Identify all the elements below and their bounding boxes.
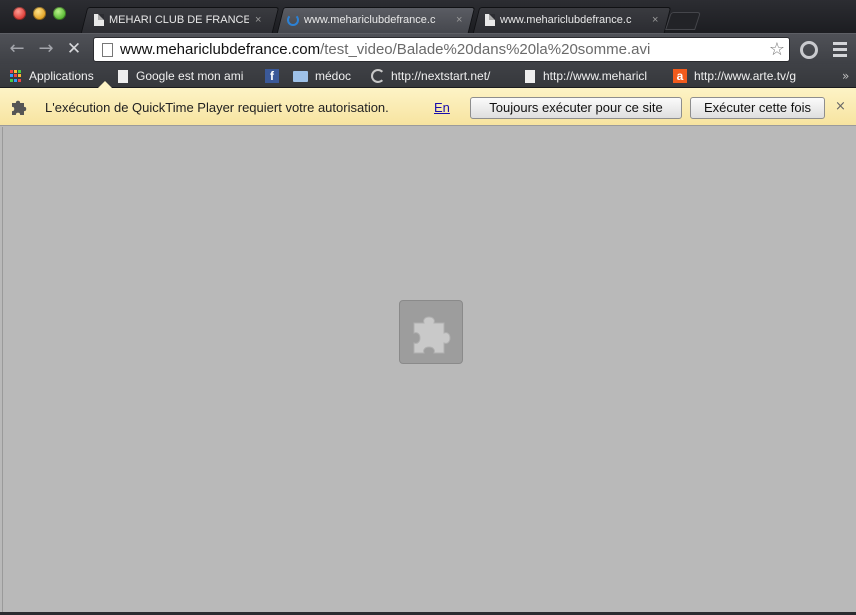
page-icon <box>485 14 495 26</box>
page-icon <box>102 42 113 57</box>
bookmark-label: Applications <box>29 69 94 83</box>
tab-3-close-icon[interactable]: × <box>652 14 658 26</box>
bookmark-applications[interactable]: Applications <box>10 68 94 84</box>
bookmark-label: http://www.meharicl <box>543 69 648 83</box>
blocked-plugin-placeholder[interactable] <box>399 300 463 364</box>
bookmark-label: médoc <box>315 69 352 83</box>
arte-icon: a <box>673 69 687 83</box>
facebook-icon: f <box>265 69 279 83</box>
tab-3-content: www.mehariclubdefrance.c × <box>485 7 665 33</box>
url-path: /test_video/Balade%20dans%20la%20somme.a… <box>320 41 651 58</box>
bookmark-medoc[interactable]: médoc <box>293 68 351 84</box>
infobar-close-icon[interactable]: × <box>835 99 846 114</box>
page-icon <box>118 69 128 83</box>
back-button[interactable]: ← <box>7 39 27 59</box>
tab-3-title: www.mehariclubdefrance.c <box>500 14 632 26</box>
g-logo-icon <box>371 69 385 83</box>
plugin-permission-infobar: L'exécution de QuickTime Player requiert… <box>0 81 856 126</box>
bookmark-label: http://nextstart.net/ <box>391 69 491 83</box>
bookmark-label: Google est mon ami <box>136 69 244 83</box>
new-tab-button[interactable] <box>665 12 701 30</box>
tab-2-close-icon[interactable]: × <box>456 14 462 26</box>
url-host: www.mehariclubdefrance.com <box>120 41 321 58</box>
stop-button[interactable]: ✕ <box>64 39 84 59</box>
close-window-button[interactable] <box>13 7 26 20</box>
loading-spinner-icon <box>287 14 299 26</box>
tab-1-content: MEHARI CLUB DE FRANCE × <box>94 7 270 33</box>
bookmark-nextstart[interactable]: http://nextstart.net/ <box>371 68 506 84</box>
menu-icon[interactable] <box>833 42 847 60</box>
tab-strip: MEHARI CLUB DE FRANCE × www.mehariclubde… <box>0 0 856 33</box>
puzzle-piece-icon <box>413 316 451 354</box>
bookmark-facebook[interactable]: f <box>265 68 286 84</box>
infobar-learn-more-link[interactable]: En <box>434 100 450 115</box>
tab-1-title: MEHARI CLUB DE FRANCE <box>109 14 249 26</box>
always-run-button[interactable]: Toujours exécuter pour ce site <box>470 97 682 119</box>
bookmark-mehari[interactable]: http://www.meharicl <box>525 68 658 84</box>
minimize-window-button[interactable] <box>33 7 46 20</box>
folder-icon <box>293 70 308 82</box>
infobar-arrow <box>97 81 113 89</box>
infobar-message: L'exécution de QuickTime Player requiert… <box>45 100 389 115</box>
bookmark-label: http://www.arte.tv/g <box>694 69 797 83</box>
bookmark-arte[interactable]: a http://www.arte.tv/g <box>673 68 809 84</box>
extension-icon[interactable] <box>800 41 818 59</box>
forward-button[interactable]: → <box>36 39 56 59</box>
browser-window: MEHARI CLUB DE FRANCE × www.mehariclubde… <box>0 0 856 615</box>
bookmark-star-icon[interactable]: ☆ <box>769 39 785 60</box>
page-icon <box>94 14 104 26</box>
toolbar: ← → ✕ www.mehariclubdefrance.com /test_v… <box>0 33 856 64</box>
apps-grid-icon <box>10 70 22 82</box>
address-bar[interactable]: www.mehariclubdefrance.com /test_video/B… <box>93 37 790 62</box>
puzzle-icon <box>12 100 27 115</box>
run-once-button[interactable]: Exécuter cette fois <box>690 97 825 119</box>
bookmarks-overflow-icon[interactable]: » <box>842 69 849 83</box>
zoom-window-button[interactable] <box>53 7 66 20</box>
bookmarks-bar: Applications Google est mon ami f médoc … <box>0 64 856 88</box>
tab-2-content: www.mehariclubdefrance.c × <box>287 7 467 33</box>
bookmark-google[interactable]: Google est mon ami <box>118 68 243 84</box>
page-icon <box>525 69 535 83</box>
tab-2-title: www.mehariclubdefrance.c <box>304 14 436 26</box>
tab-1-close-icon[interactable]: × <box>255 14 261 26</box>
page-content <box>2 127 854 613</box>
